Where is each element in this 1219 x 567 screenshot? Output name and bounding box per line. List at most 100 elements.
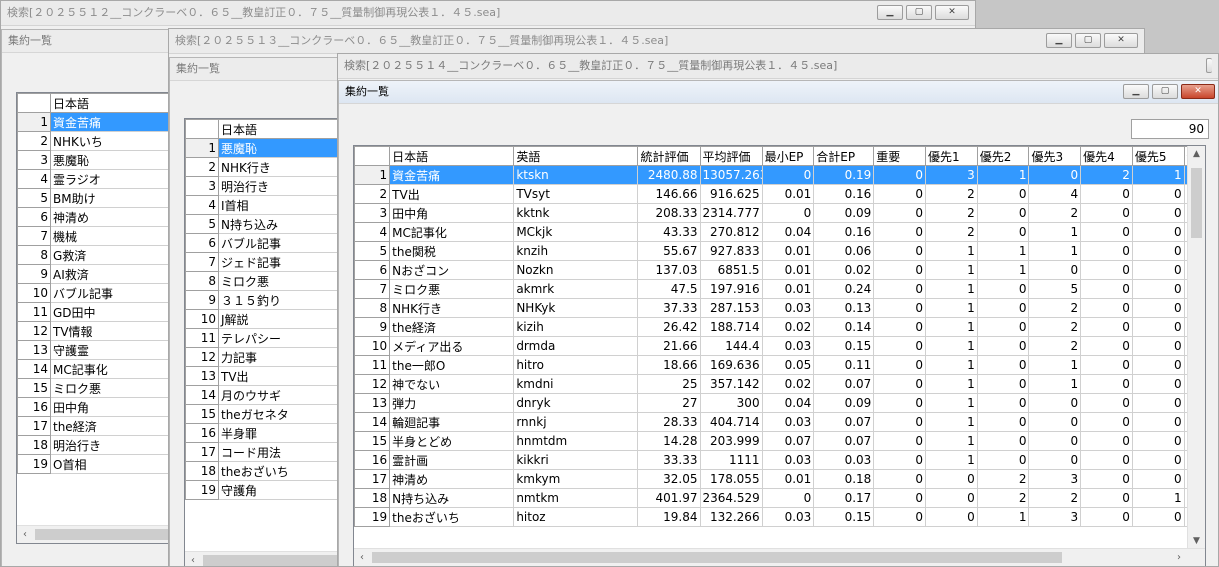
table-cell[interactable]: 0: [1131, 507, 1185, 527]
table-cell[interactable]: 0: [976, 412, 1030, 432]
table-cell[interactable]: 0.03: [761, 336, 815, 356]
table-cell[interactable]: 0: [976, 184, 1030, 204]
column-header[interactable]: 優先2: [976, 146, 1030, 166]
column-header[interactable]: 統計評価: [637, 146, 701, 166]
table-cell[interactable]: theおざいち: [389, 507, 515, 527]
scroll-thumb[interactable]: [203, 555, 343, 566]
table-cell[interactable]: 0: [761, 203, 815, 223]
table-cell[interactable]: 0: [1131, 450, 1185, 470]
table-cell[interactable]: 0: [1131, 184, 1185, 204]
cell-japanese[interactable]: AI救済: [50, 264, 175, 284]
table-cell[interactable]: 0: [1131, 431, 1185, 451]
table-cell[interactable]: 0: [873, 412, 927, 432]
table-cell[interactable]: 0.02: [761, 317, 815, 337]
table-cell[interactable]: N持ち込み: [389, 488, 515, 508]
table-cell[interactable]: 0: [873, 431, 927, 451]
table-cell[interactable]: 0: [873, 203, 927, 223]
table-row[interactable]: 1 資金苦痛: [17, 112, 175, 132]
table-cell[interactable]: 0: [976, 374, 1030, 394]
table-cell[interactable]: 1: [925, 431, 978, 451]
table-row[interactable]: 6 バブル記事: [185, 233, 343, 253]
table-cell[interactable]: 0.17: [813, 488, 875, 508]
table-cell[interactable]: 神でない: [389, 374, 515, 394]
table-cell[interactable]: 13057.263: [699, 165, 763, 185]
table-cell[interactable]: 0: [1080, 431, 1133, 451]
table-cell[interactable]: 0: [1028, 431, 1082, 451]
table-cell[interactable]: nmtkm: [513, 488, 639, 508]
table-row[interactable]: 19 守護角: [185, 480, 343, 500]
maximize-icon[interactable]: ▢: [1152, 84, 1178, 99]
table-row[interactable]: 3 悪魔恥: [17, 150, 175, 170]
table-cell[interactable]: 0: [873, 298, 927, 318]
summary-grid[interactable]: 日本語 1 資金苦痛 2 NHKいち 3 悪魔恥 4 霊ラジオ 5 BM助け 6 神清め 7 機械 8 G救済 9…: [16, 92, 176, 544]
table-cell[interactable]: 0: [1028, 165, 1082, 185]
table-cell[interactable]: 0: [1131, 374, 1185, 394]
minimize-icon[interactable]: ▁: [1046, 33, 1072, 48]
table-cell[interactable]: 1: [1028, 241, 1082, 261]
table-cell[interactable]: 3: [1028, 507, 1082, 527]
table-cell[interactable]: 1: [925, 279, 978, 299]
table-cell[interactable]: 1: [1028, 374, 1082, 394]
table-cell[interactable]: 0.16: [813, 222, 875, 242]
table-row[interactable]: 8 ミロク悪: [185, 271, 343, 291]
table-cell[interactable]: 2: [1028, 298, 1082, 318]
table-cell[interactable]: 0.03: [813, 450, 875, 470]
table-cell[interactable]: 1: [925, 374, 978, 394]
table-cell[interactable]: 357.142: [699, 374, 763, 394]
table-cell[interactable]: 0.02: [813, 260, 875, 280]
cell-japanese[interactable]: 明治行き: [50, 435, 175, 455]
table-cell[interactable]: 1: [976, 507, 1030, 527]
table-cell[interactable]: 404.714: [699, 412, 763, 432]
table-row[interactable]: 2 TV出 TVsyt 146.66 916.625 0.01 0.16 0 2 0 4 0 0: [354, 184, 1205, 204]
table-cell[interactable]: drmda: [513, 336, 639, 356]
table-cell[interactable]: 1: [925, 393, 978, 413]
table-cell[interactable]: 0: [976, 450, 1030, 470]
table-cell[interactable]: 0: [1131, 298, 1185, 318]
cell-japanese[interactable]: 月のウサギ: [218, 385, 343, 405]
table-cell[interactable]: 輪廻記事: [389, 412, 515, 432]
table-row[interactable]: 1 資金苦痛 ktskn 2480.88 13057.263 0 0.19 0 3 1 0 2 1: [354, 165, 1205, 185]
table-cell[interactable]: 188.714: [699, 317, 763, 337]
table-cell[interactable]: 0.07: [813, 412, 875, 432]
column-header[interactable]: 日本語: [50, 93, 175, 113]
table-cell[interactable]: 0.02: [761, 374, 815, 394]
table-row[interactable]: 6 Nおざコン Nozkn 137.03 6851.5 0.01 0.02 0 1 1 0 0 0: [354, 260, 1205, 280]
table-cell[interactable]: 0: [1028, 450, 1082, 470]
table-cell[interactable]: knzih: [513, 241, 639, 261]
table-row[interactable]: 3 田中角 kktnk 208.33 2314.777 0 0.09 0 2 0 2 0 0: [354, 203, 1205, 223]
table-cell[interactable]: 0: [1080, 298, 1133, 318]
table-cell[interactable]: 26.42: [637, 317, 701, 337]
table-cell[interactable]: 0: [925, 488, 978, 508]
close-icon[interactable]: ✕: [935, 5, 969, 20]
table-cell[interactable]: 0: [761, 488, 815, 508]
table-cell[interactable]: 287.153: [699, 298, 763, 318]
cell-japanese[interactable]: 半身罪: [218, 423, 343, 443]
table-cell[interactable]: 0: [873, 222, 927, 242]
table-row[interactable]: 17 the経済: [17, 416, 175, 436]
table-cell[interactable]: 0: [1080, 507, 1133, 527]
column-header[interactable]: 英語: [513, 146, 639, 166]
table-cell[interactable]: hnmtdm: [513, 431, 639, 451]
table-row[interactable]: 16 田中角: [17, 397, 175, 417]
table-cell[interactable]: 0: [1080, 317, 1133, 337]
table-row[interactable]: 2 NHK行き: [185, 157, 343, 177]
table-cell[interactable]: rnnkj: [513, 412, 639, 432]
table-cell[interactable]: 0.03: [761, 298, 815, 318]
table-row[interactable]: 5 the関税 knzih 55.67 927.833 0.01 0.06 0 1 1 1 0 0: [354, 241, 1205, 261]
maximize-icon[interactable]: ▢: [1075, 33, 1101, 48]
table-cell[interactable]: 0: [976, 298, 1030, 318]
table-row[interactable]: 13 TV出: [185, 366, 343, 386]
table-cell[interactable]: kizih: [513, 317, 639, 337]
table-cell[interactable]: 1111: [699, 450, 763, 470]
table-cell[interactable]: TV出: [389, 184, 515, 204]
cell-japanese[interactable]: TV出: [218, 366, 343, 386]
horizontal-scrollbar[interactable]: ‹: [17, 525, 175, 543]
table-cell[interactable]: 0.03: [761, 412, 815, 432]
table-cell[interactable]: 0.15: [813, 507, 875, 527]
table-cell[interactable]: 25: [637, 374, 701, 394]
table-cell[interactable]: 0: [1131, 279, 1185, 299]
table-cell[interactable]: 0: [976, 393, 1030, 413]
table-cell[interactable]: 5: [1028, 279, 1082, 299]
table-cell[interactable]: 0: [1080, 393, 1133, 413]
column-header[interactable]: 重要: [873, 146, 927, 166]
